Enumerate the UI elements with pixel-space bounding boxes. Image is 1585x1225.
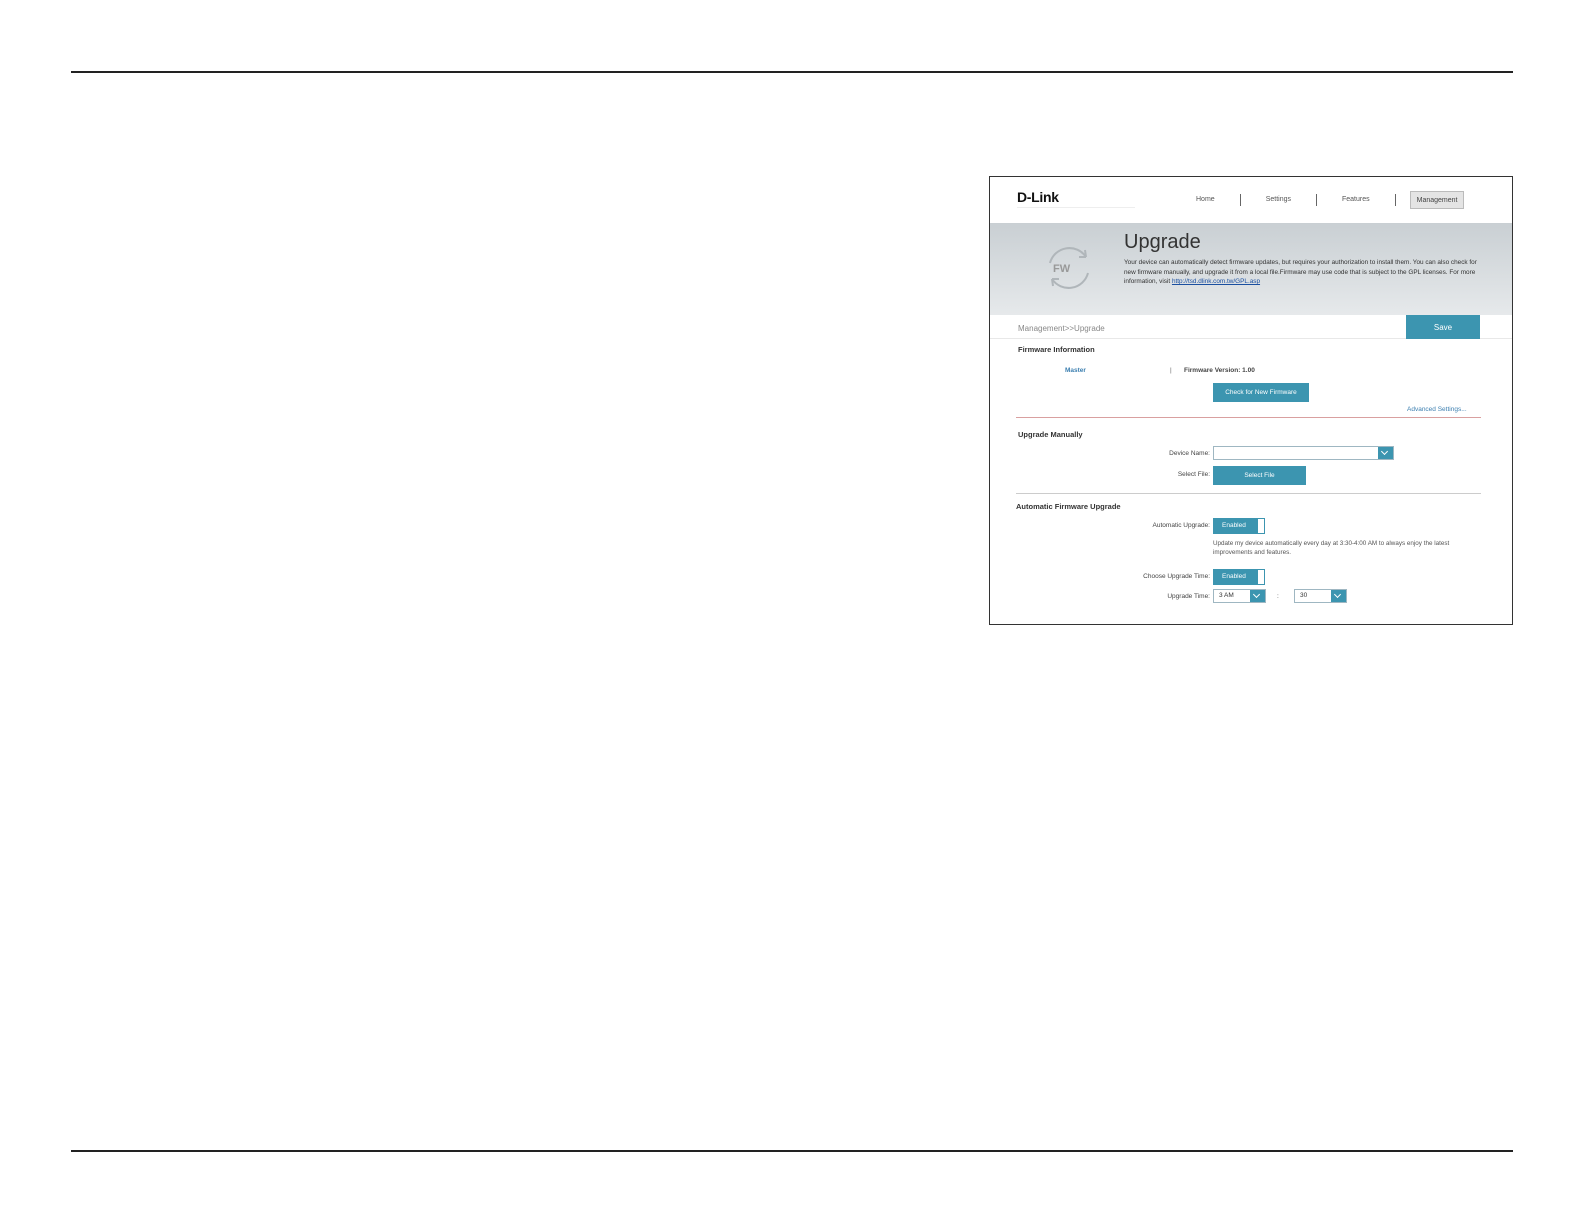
chevron-down-icon (1250, 590, 1265, 602)
time-colon: : (1277, 593, 1279, 600)
auto-upgrade-note: Update my device automatically every day… (1213, 540, 1450, 556)
auto-upgrade-title: Automatic Firmware Upgrade (1016, 502, 1121, 511)
select-file-button[interactable]: Select File (1213, 466, 1306, 485)
hour-select[interactable]: 3 AM (1213, 589, 1266, 603)
info-separator: | (1170, 367, 1172, 374)
minute-select[interactable]: 30 (1294, 589, 1347, 603)
fw-icon-label: FW (1053, 263, 1071, 275)
upgrade-time-label: Upgrade Time: (1167, 593, 1210, 600)
hour-value: 3 AM (1219, 592, 1234, 599)
top-rule (71, 71, 1513, 73)
device-name-label: Device Name: (1169, 450, 1210, 457)
section-divider (1016, 417, 1481, 418)
save-button[interactable]: Save (1406, 315, 1480, 339)
upgrade-banner: FW Upgrade Your device can automatically… (990, 223, 1512, 315)
logo-underline (1017, 207, 1135, 208)
page-title: Upgrade (1124, 231, 1201, 253)
auto-upgrade-state: Enabled (1214, 519, 1258, 533)
dlink-logo: D-Link (1017, 189, 1059, 205)
choose-time-toggle[interactable]: Enabled (1213, 569, 1265, 585)
choose-time-state: Enabled (1214, 570, 1258, 584)
bottom-rule (71, 1150, 1513, 1152)
nav-separator (1315, 194, 1317, 206)
nav-home[interactable]: Home (1185, 191, 1226, 209)
nav-separator (1239, 194, 1241, 206)
nav-management[interactable]: Management (1409, 191, 1465, 209)
auto-upgrade-toggle[interactable]: Enabled (1213, 518, 1265, 534)
nav-separator (1394, 194, 1396, 206)
top-nav-bar: D-Link Home Settings Features Management (990, 177, 1512, 223)
advanced-settings-link[interactable]: Advanced Settings... (1407, 406, 1467, 413)
router-ui-screenshot: D-Link Home Settings Features Management… (989, 176, 1513, 625)
minute-value: 30 (1300, 592, 1308, 599)
firmware-version: Firmware Version: 1.00 (1184, 367, 1255, 374)
firmware-info-title: Firmware Information (1018, 345, 1095, 354)
chevron-down-icon (1331, 590, 1346, 602)
auto-upgrade-label: Automatic Upgrade: (1152, 522, 1210, 529)
nav-features[interactable]: Features (1331, 191, 1381, 209)
device-master-label: Master (1065, 367, 1086, 374)
breadcrumb: Management>>Upgrade (1018, 324, 1105, 333)
breadcrumb-row: Management>>Upgrade Save (990, 315, 1512, 339)
gpl-link[interactable]: http://tsd.dlink.com.tw/GPL.asp (1172, 278, 1260, 285)
check-firmware-button[interactable]: Check for New Firmware (1213, 383, 1309, 402)
choose-time-label: Choose Upgrade Time: (1143, 573, 1210, 580)
chevron-down-icon (1378, 447, 1393, 459)
nav-settings[interactable]: Settings (1255, 191, 1302, 209)
main-nav: Home Settings Features Management (1185, 191, 1465, 209)
page-description: Your device can automatically detect fir… (1124, 258, 1486, 287)
select-file-label: Select File: (1177, 471, 1210, 478)
upgrade-manually-title: Upgrade Manually (1018, 430, 1083, 439)
section-divider (1016, 493, 1481, 494)
device-name-select[interactable] (1213, 446, 1394, 460)
